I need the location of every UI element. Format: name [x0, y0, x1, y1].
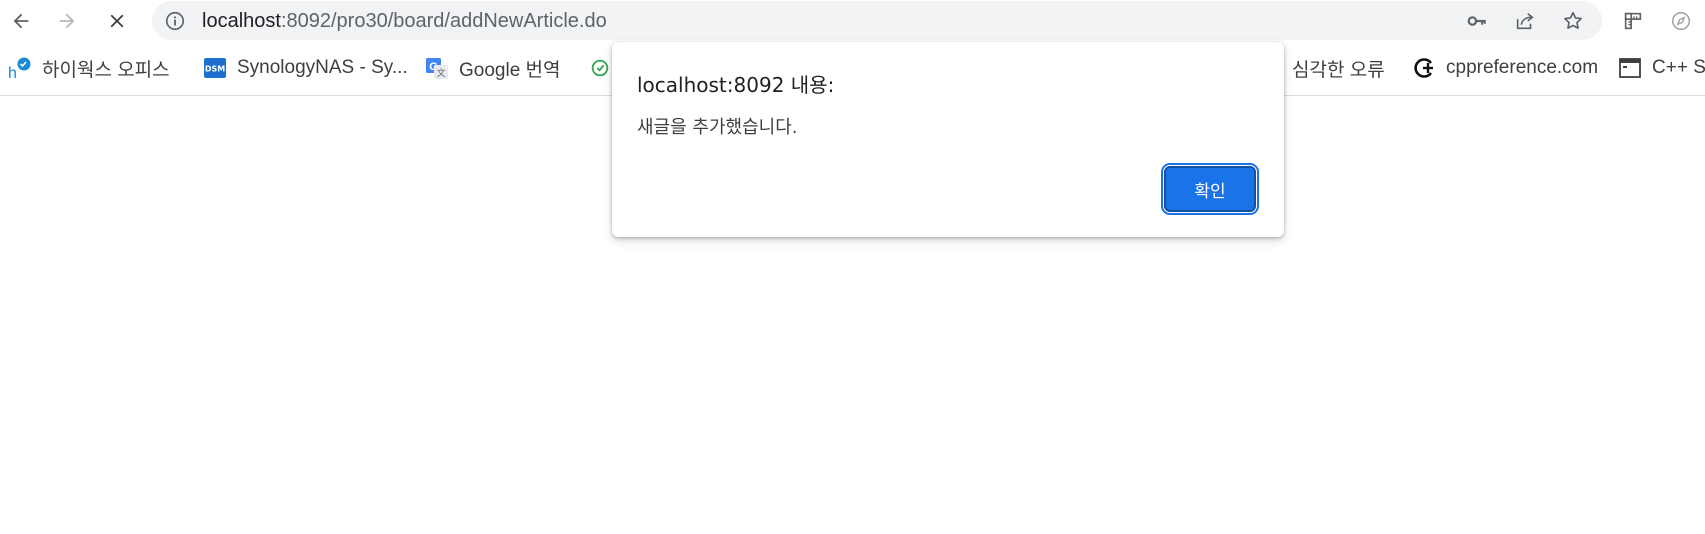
bookmark-label: C++ S [1652, 57, 1705, 78]
url-host: localhost [202, 10, 281, 32]
bookmark-cpp-s[interactable]: C++ S [1618, 53, 1705, 83]
stop-button[interactable] [100, 4, 134, 38]
ruler-extension-icon[interactable] [1620, 8, 1646, 34]
star-icon[interactable] [1560, 8, 1586, 34]
url-text[interactable]: localhost:8092/pro30/board/addNewArticle… [202, 10, 607, 32]
dsm-icon: DSM [203, 56, 227, 80]
browser-window: localhost:8092/pro30/board/addNewArticle… [0, 0, 1705, 534]
window-icon [1618, 56, 1642, 80]
bookmark-hiworks[interactable]: h 하이웍스 오피스 [8, 53, 170, 83]
bookmark-synology[interactable]: DSM SynologyNAS - Sy... [203, 53, 408, 83]
arrow-left-icon [13, 13, 29, 29]
bookmark-label: 하이웍스 오피스 [42, 59, 170, 81]
browser-toolbar: localhost:8092/pro30/board/addNewArticle… [0, 0, 1705, 42]
google-translate-icon: G 文 [425, 56, 449, 80]
forward-button[interactable] [50, 4, 84, 38]
alert-dialog: localhost:8092 내용: 새글을 추가했습니다. 확인 [612, 42, 1284, 237]
arrow-right-icon [59, 13, 75, 29]
cppreference-icon [1412, 56, 1436, 80]
hiworks-icon: h [8, 56, 32, 80]
bookmark-label: Google 번역 [459, 59, 561, 81]
close-icon [110, 14, 124, 28]
url-path: :8092/pro30/board/addNewArticle.do [280, 10, 607, 32]
bookmark-fatal-error[interactable]: 심각한 오류 [1292, 53, 1385, 83]
info-icon[interactable] [164, 10, 186, 32]
back-button[interactable] [4, 4, 38, 38]
share-icon[interactable] [1512, 8, 1538, 34]
key-icon[interactable] [1464, 8, 1490, 34]
compass-extension-icon[interactable] [1668, 8, 1694, 34]
bookmark-cppreference[interactable]: cppreference.com [1412, 53, 1598, 83]
bookmark-google-translate[interactable]: G 文 Google 번역 [425, 53, 561, 83]
svg-text:文: 文 [436, 67, 445, 79]
dialog-title: localhost:8092 내용: [637, 73, 835, 97]
green-circle-icon [588, 56, 612, 80]
svg-text:h: h [8, 65, 17, 80]
bookmark-label: SynologyNAS - Sy... [237, 57, 408, 78]
bookmark-label: 심각한 오류 [1292, 59, 1385, 81]
address-bar[interactable]: localhost:8092/pro30/board/addNewArticle… [152, 1, 1602, 40]
dialog-message: 새글을 추가했습니다. [637, 117, 798, 138]
bookmark-label: cppreference.com [1446, 57, 1599, 78]
ok-button[interactable]: 확인 [1161, 163, 1259, 215]
svg-text:DSM: DSM [205, 65, 225, 74]
